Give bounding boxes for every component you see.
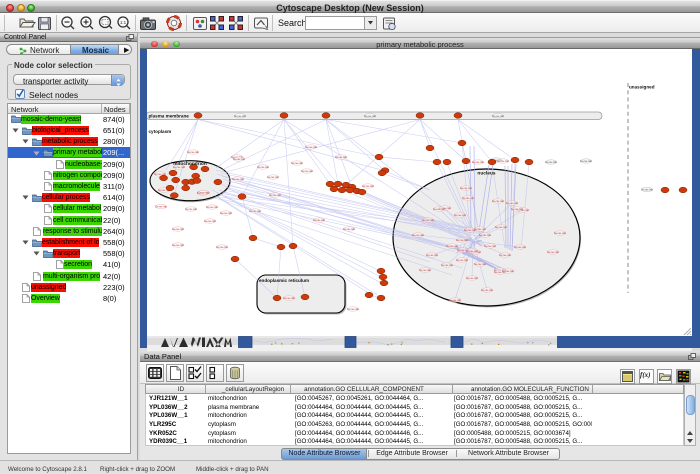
svg-text:Gene-lab: Gene-lab xyxy=(267,175,280,179)
svg-text:Gene-lab: Gene-lab xyxy=(511,207,524,211)
svg-text:Gene-lab: Gene-lab xyxy=(454,213,467,217)
svg-text:Gene-lab: Gene-lab xyxy=(232,177,245,181)
svg-text:Gene-lab: Gene-lab xyxy=(456,258,469,262)
svg-text:Gene-lab: Gene-lab xyxy=(422,218,435,222)
svg-text:Gene-lab: Gene-lab xyxy=(313,218,326,222)
svg-text:Gene-lab: Gene-lab xyxy=(155,205,168,209)
svg-text:1:1: 1:1 xyxy=(120,20,127,25)
svg-text:Gene-lab: Gene-lab xyxy=(216,245,229,249)
svg-text:Gene-lab: Gene-lab xyxy=(234,114,247,118)
svg-text:Gene-lab: Gene-lab xyxy=(502,269,515,273)
svg-text:Gene-lab: Gene-lab xyxy=(545,160,558,164)
svg-text:Gene-lab: Gene-lab xyxy=(474,262,487,266)
svg-text:Gene-lab: Gene-lab xyxy=(460,186,473,190)
svg-text:Gene-lab: Gene-lab xyxy=(426,253,439,257)
svg-text:Gene-lab: Gene-lab xyxy=(554,231,567,235)
svg-text:Gene-lab: Gene-lab xyxy=(641,188,654,192)
svg-text:Gene-lab: Gene-lab xyxy=(283,296,296,300)
svg-text:Gene-lab: Gene-lab xyxy=(433,207,446,211)
svg-text:Gene-lab: Gene-lab xyxy=(343,227,356,231)
svg-text:Gene-lab: Gene-lab xyxy=(187,150,200,154)
svg-text:Gene-lab: Gene-lab xyxy=(220,211,233,215)
svg-text:Gene-lab: Gene-lab xyxy=(291,161,304,165)
svg-text:Gene-lab: Gene-lab xyxy=(466,249,479,253)
svg-text:Gene-lab: Gene-lab xyxy=(197,191,210,195)
svg-text:unassigned: unassigned xyxy=(629,85,655,90)
svg-text:Gene-lab: Gene-lab xyxy=(185,207,198,211)
svg-text:Gene-lab: Gene-lab xyxy=(172,227,185,231)
svg-text:Gene-lab: Gene-lab xyxy=(472,160,485,164)
svg-text:Gene-lab: Gene-lab xyxy=(462,196,475,200)
svg-text:Gene-lab: Gene-lab xyxy=(233,157,246,161)
svg-text:Gene-lab: Gene-lab xyxy=(362,184,375,188)
svg-text:Gene-lab: Gene-lab xyxy=(347,307,360,311)
svg-text:Gene-lab: Gene-lab xyxy=(466,276,479,280)
svg-text:Gene-lab: Gene-lab xyxy=(499,253,512,257)
svg-text:Gene-lab: Gene-lab xyxy=(481,288,494,292)
svg-text:Gene-lab: Gene-lab xyxy=(269,193,282,197)
svg-text:cytoplasm: cytoplasm xyxy=(149,129,172,134)
svg-text:Gene-lab: Gene-lab xyxy=(506,201,519,205)
svg-text:Gene-lab: Gene-lab xyxy=(474,227,487,231)
svg-text:Gene-lab: Gene-lab xyxy=(206,205,219,209)
svg-text:Gene-lab: Gene-lab xyxy=(412,233,425,237)
svg-text:Gene-lab: Gene-lab xyxy=(456,238,469,242)
svg-text:Gene-lab: Gene-lab xyxy=(446,244,459,248)
svg-text:mitochondrion: mitochondrion xyxy=(173,161,207,167)
svg-text:Gene-lab: Gene-lab xyxy=(514,245,527,249)
svg-text:Gene-lab: Gene-lab xyxy=(497,159,510,163)
svg-text:Gene-lab: Gene-lab xyxy=(484,244,497,248)
svg-text:Gene-lab: Gene-lab xyxy=(364,114,377,118)
svg-text:Gene-lab: Gene-lab xyxy=(495,225,508,229)
svg-text:Gene-lab: Gene-lab xyxy=(492,199,505,203)
svg-text:Search:: Search: xyxy=(278,18,309,28)
svg-text:Gene-lab: Gene-lab xyxy=(301,169,314,173)
svg-text:Gene-lab: Gene-lab xyxy=(305,145,318,149)
svg-text:Gene-lab: Gene-lab xyxy=(492,114,505,118)
svg-text:Gene-lab: Gene-lab xyxy=(172,243,185,247)
svg-text:Gene-lab: Gene-lab xyxy=(479,233,492,237)
svg-text:Gene-lab: Gene-lab xyxy=(419,268,432,272)
svg-text:Gene-lab: Gene-lab xyxy=(441,263,454,267)
svg-text:Gene-lab: Gene-lab xyxy=(204,219,217,223)
svg-text:Gene-lab: Gene-lab xyxy=(449,298,462,302)
svg-text:plasma membrane: plasma membrane xyxy=(149,114,190,119)
svg-text:Gene-lab: Gene-lab xyxy=(335,155,348,159)
svg-text:Gene-lab: Gene-lab xyxy=(249,209,262,213)
svg-text:Gene-lab: Gene-lab xyxy=(257,165,270,169)
svg-text:Gene-lab: Gene-lab xyxy=(547,250,560,254)
svg-text:nucleus: nucleus xyxy=(477,171,495,177)
svg-text:Gene-lab: Gene-lab xyxy=(580,159,593,163)
svg-text:endoplasmic reticulum: endoplasmic reticulum xyxy=(259,278,309,283)
